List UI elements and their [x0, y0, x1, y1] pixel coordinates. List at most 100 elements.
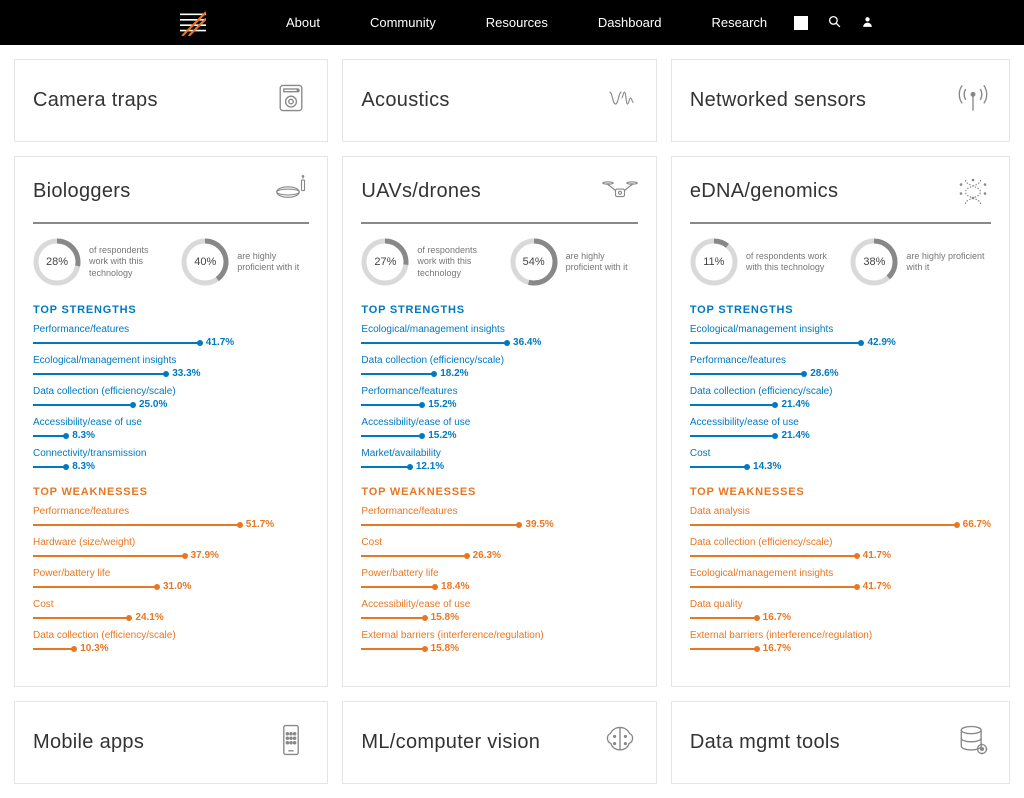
- weaknesses-list: Performance/features 51.7% Hardware (siz…: [33, 506, 309, 654]
- metric-label: Data quality: [690, 599, 991, 610]
- metric-value: 8.3%: [72, 461, 95, 472]
- nav-resources[interactable]: Resources: [486, 15, 548, 30]
- metric-label: Ecological/management insights: [361, 324, 637, 335]
- nav-research[interactable]: Research: [711, 15, 767, 30]
- nav-links: About Community Resources Dashboard Rese…: [286, 15, 767, 30]
- metric-bar: Ecological/management insights 33.3%: [33, 355, 309, 379]
- work-with-donut: 28% of respondents work with this techno…: [33, 238, 161, 286]
- metric-value: 33.3%: [172, 368, 200, 379]
- metric-bar: Accessibility/ease of use 15.8%: [361, 599, 637, 623]
- metric-value: 31.0%: [163, 581, 191, 592]
- metric-value: 36.4%: [513, 337, 541, 348]
- metric-value: 25.0%: [139, 399, 167, 410]
- metric-label: Data collection (efficiency/scale): [361, 355, 637, 366]
- share-icon[interactable]: ↗: [794, 16, 808, 30]
- metric-value: 12.1%: [416, 461, 444, 472]
- metric-label: Data collection (efficiency/scale): [33, 386, 309, 397]
- donut-label: of respondents work with this technology: [746, 251, 831, 274]
- card-networked-sensors[interactable]: Networked sensors: [671, 59, 1010, 142]
- card-acoustics[interactable]: Acoustics: [342, 59, 656, 142]
- metric-value: 15.2%: [428, 430, 456, 441]
- metric-bar: Data collection (efficiency/scale) 18.2%: [361, 355, 637, 379]
- metric-label: Accessibility/ease of use: [361, 417, 637, 428]
- metric-label: Accessibility/ease of use: [33, 417, 309, 428]
- card-camera-traps[interactable]: Camera traps: [14, 59, 328, 142]
- card-title: Camera traps: [33, 89, 158, 112]
- metric-bar: Performance/features 15.2%: [361, 386, 637, 410]
- donut-label: are highly proficient with it: [566, 251, 638, 274]
- metric-bar: Data collection (efficiency/scale) 10.3%: [33, 630, 309, 654]
- metric-bar: Data analysis 66.7%: [690, 506, 991, 530]
- metric-bar: Ecological/management insights 42.9%: [690, 324, 991, 348]
- metric-bar: Performance/features 28.6%: [690, 355, 991, 379]
- strengths-list: Ecological/management insights 36.4% Dat…: [361, 324, 637, 472]
- metric-value: 16.7%: [763, 612, 791, 623]
- card-title: Acoustics: [361, 89, 449, 112]
- metric-value: 41.7%: [863, 581, 891, 592]
- metric-label: Hardware (size/weight): [33, 537, 309, 548]
- nav-community[interactable]: Community: [370, 15, 436, 30]
- donut-label: of respondents work with this technology: [417, 245, 489, 279]
- metric-value: 8.3%: [72, 430, 95, 441]
- metric-label: Performance/features: [690, 355, 991, 366]
- tech-grid: Camera traps Acoustics Networked sensors…: [0, 45, 1024, 798]
- metric-value: 39.5%: [525, 519, 553, 530]
- nav-about[interactable]: About: [286, 15, 320, 30]
- metric-value: 10.3%: [80, 643, 108, 654]
- card-mobile-apps[interactable]: Mobile apps: [14, 701, 328, 784]
- metric-bar: Cost 24.1%: [33, 599, 309, 623]
- metric-label: Ecological/management insights: [690, 568, 991, 579]
- metric-bar: Power/battery life 31.0%: [33, 568, 309, 592]
- strengths-heading: TOP STRENGTHS: [690, 304, 991, 316]
- card-biologgers: Biologgers 28% of respondents work with …: [14, 156, 328, 687]
- card-ml-cv[interactable]: ML/computer vision: [342, 701, 656, 784]
- metric-value: 15.8%: [431, 612, 459, 623]
- user-icon[interactable]: [861, 15, 874, 31]
- metric-value: 24.1%: [135, 612, 163, 623]
- metric-value: 41.7%: [206, 337, 234, 348]
- metric-bar: Data collection (efficiency/scale) 25.0%: [33, 386, 309, 410]
- metric-value: 21.4%: [781, 430, 809, 441]
- database-icon: [955, 722, 991, 763]
- donut-label: are highly proficient with it: [906, 251, 991, 274]
- metric-label: Power/battery life: [33, 568, 309, 579]
- card-edna-genomics: eDNA/genomics 11% of respondents work wi…: [671, 156, 1010, 687]
- metric-value: 51.7%: [246, 519, 274, 530]
- metric-label: Data collection (efficiency/scale): [690, 537, 991, 548]
- weaknesses-list: Performance/features 39.5% Cost 26.3% Po…: [361, 506, 637, 654]
- metric-label: Ecological/management insights: [690, 324, 991, 335]
- metric-value: 66.7%: [963, 519, 991, 530]
- site-logo[interactable]: [180, 10, 206, 36]
- metric-label: Cost: [361, 537, 637, 548]
- metric-label: External barriers (interference/regulati…: [361, 630, 637, 641]
- metric-bar: Ecological/management insights 36.4%: [361, 324, 637, 348]
- weaknesses-list: Data analysis 66.7% Data collection (eff…: [690, 506, 991, 654]
- metric-label: Performance/features: [361, 506, 637, 517]
- strengths-heading: TOP STRENGTHS: [33, 304, 309, 316]
- metric-value: 15.8%: [431, 643, 459, 654]
- metric-bar: Performance/features 39.5%: [361, 506, 637, 530]
- metric-bar: External barriers (interference/regulati…: [690, 630, 991, 654]
- metric-value: 28.6%: [810, 368, 838, 379]
- nav-dashboard[interactable]: Dashboard: [598, 15, 662, 30]
- acoustic-icon: [602, 80, 638, 121]
- metric-bar: Performance/features 41.7%: [33, 324, 309, 348]
- metric-label: External barriers (interference/regulati…: [690, 630, 991, 641]
- metric-value: 42.9%: [867, 337, 895, 348]
- card-uavs-drones: UAVs/drones 27% of respondents work with…: [342, 156, 656, 687]
- card-title: ML/computer vision: [361, 731, 540, 754]
- metric-bar: Cost 14.3%: [690, 448, 991, 472]
- proficient-donut: 54% are highly proficient with it: [510, 238, 638, 286]
- metric-bar: Market/availability 12.1%: [361, 448, 637, 472]
- proficient-donut: 38% are highly proficient with it: [850, 238, 991, 286]
- card-data-mgmt[interactable]: Data mgmt tools: [671, 701, 1010, 784]
- card-title: Data mgmt tools: [690, 731, 840, 754]
- metric-value: 16.7%: [763, 643, 791, 654]
- metric-label: Ecological/management insights: [33, 355, 309, 366]
- strengths-heading: TOP STRENGTHS: [361, 304, 637, 316]
- search-icon[interactable]: [828, 15, 841, 31]
- antenna-icon: [955, 80, 991, 121]
- metric-bar: Accessibility/ease of use 8.3%: [33, 417, 309, 441]
- card-title: UAVs/drones: [361, 180, 481, 203]
- metric-label: Data analysis: [690, 506, 991, 517]
